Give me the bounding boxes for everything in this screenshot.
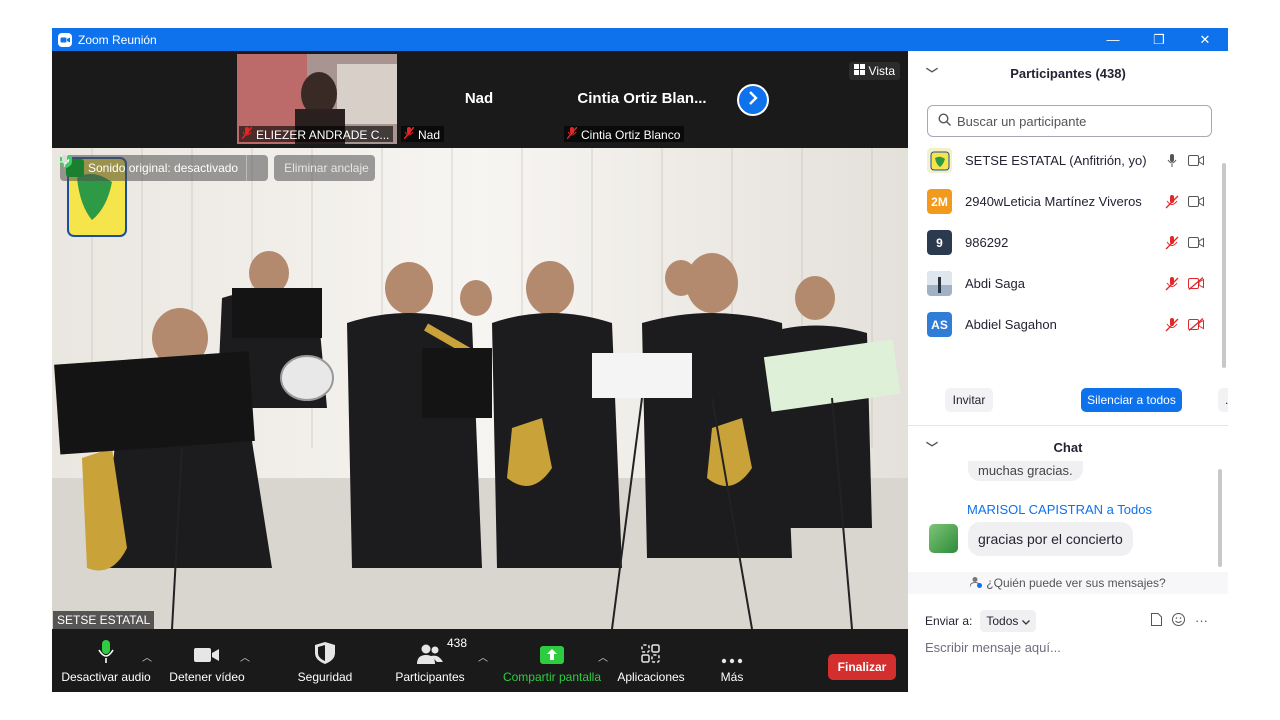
video-camera-icon[interactable]: [1188, 235, 1204, 251]
meeting-toolbar: Desactivar audio ︿ Detener vídeo ︿ Segur…: [52, 629, 908, 692]
close-button[interactable]: ✕: [1182, 28, 1228, 51]
avatar: [929, 524, 958, 553]
mute-all-button[interactable]: Silenciar a todos: [1081, 388, 1182, 412]
participant-row[interactable]: 9 986292: [908, 222, 1218, 263]
chevron-up-icon[interactable]: ︿: [240, 649, 250, 664]
thumbnail-center-name: Nad: [464, 90, 494, 107]
chevron-down-icon: [1022, 614, 1031, 628]
zoom-window: Zoom Reunión — ❐ ✕ ELIEZER ANDRADE C... …: [52, 28, 1228, 692]
file-icon[interactable]: [1151, 613, 1162, 629]
shield-icon: [315, 638, 335, 664]
video-camera-icon[interactable]: [1188, 153, 1204, 169]
participants-count: 438: [447, 635, 468, 650]
participants-button[interactable]: 438 Participantes ︿: [390, 629, 488, 692]
participants-icon: 438: [417, 636, 467, 664]
mic-muted-icon: [403, 126, 415, 142]
end-meeting-button[interactable]: Finalizar: [828, 654, 896, 680]
avatar: [927, 271, 952, 296]
video-camera-icon[interactable]: [1188, 194, 1204, 210]
thumbnail-nameplate: Nad: [401, 126, 445, 142]
mic-muted-icon[interactable]: [1164, 317, 1180, 333]
chat-sender[interactable]: MARISOL CAPISTRAN a Todos: [967, 502, 1152, 517]
main-video: Sonido original: desactivado Eliminar an…: [52, 148, 908, 629]
chat-tools: ···: [1151, 613, 1208, 629]
participants-header[interactable]: ﹀ Participantes (438): [908, 51, 1228, 95]
participant-row[interactable]: Abdi Saga: [908, 263, 1218, 304]
more-dots-icon: [721, 638, 743, 664]
video-camera-icon: [194, 638, 220, 664]
participant-search-input[interactable]: Buscar un participante: [927, 105, 1212, 137]
chat-message: gracias por el concierto: [968, 522, 1133, 556]
participants-scrollbar[interactable]: [1222, 163, 1226, 368]
chevron-down-icon[interactable]: ﹀: [926, 65, 938, 82]
minimize-button[interactable]: —: [1090, 28, 1136, 51]
mic-muted-icon: [241, 126, 253, 142]
more-dots-icon[interactable]: ···: [1195, 613, 1208, 629]
invite-button[interactable]: Invitar: [945, 388, 993, 412]
avatar: [927, 148, 952, 173]
original-sound-toggle[interactable]: Sonido original: desactivado: [60, 155, 269, 181]
avatar: AS: [927, 312, 952, 337]
chevron-down-icon[interactable]: [60, 155, 262, 181]
participant-list: SETSE ESTATAL (Anfitrión, yo) 2M 2940wLe…: [908, 140, 1228, 345]
video-off-icon[interactable]: [1188, 276, 1204, 292]
microphone-icon: [97, 638, 115, 664]
chevron-down-icon[interactable]: ﹀: [926, 439, 938, 456]
video-off-icon[interactable]: [1188, 317, 1204, 333]
chevron-up-icon[interactable]: ︿: [142, 649, 152, 664]
thumbnail-center-name: Cintia Ortiz Blan...: [577, 90, 707, 107]
mic-muted-icon[interactable]: [1164, 276, 1180, 292]
chat-message-previous: muchas gracias.: [968, 461, 1083, 481]
participant-row[interactable]: AS Abdiel Sagahon: [908, 304, 1218, 345]
microphone-icon[interactable]: [1164, 153, 1180, 169]
side-panel: ﹀ Participantes (438) Buscar un particip…: [908, 51, 1228, 692]
thumbnail-nad[interactable]: Nad Nad: [399, 54, 559, 144]
stop-video-button[interactable]: Detener vídeo ︿: [166, 629, 250, 692]
thumbnail-cintia[interactable]: Cintia Ortiz Blan... Cintia Ortiz Blanco: [562, 54, 722, 144]
more-options-button[interactable]: ...: [1218, 388, 1228, 412]
share-screen-icon: [540, 638, 564, 664]
apps-button[interactable]: Aplicaciones: [614, 629, 688, 692]
unpin-button[interactable]: Eliminar anclaje: [60, 155, 375, 181]
next-page-button[interactable]: [737, 84, 769, 116]
apps-icon: [641, 638, 661, 664]
participant-actions: Invitar Silenciar a todos ...: [908, 388, 1228, 412]
participant-row[interactable]: SETSE ESTATAL (Anfitrión, yo): [908, 140, 1218, 181]
meeting-area: ELIEZER ANDRADE C... Nad Nad Cintia Orti…: [52, 51, 908, 692]
send-to: Enviar a: Todos: [925, 610, 1037, 632]
search-icon: [938, 113, 951, 129]
mic-muted-icon[interactable]: [1164, 235, 1180, 251]
restore-button[interactable]: ❐: [1136, 28, 1182, 51]
thumbnail-strip: ELIEZER ANDRADE C... Nad Nad Cintia Orti…: [52, 51, 908, 147]
view-button[interactable]: Vista: [848, 62, 900, 80]
avatar: 9: [927, 230, 952, 255]
thumbnail-nameplate: Cintia Ortiz Blanco: [564, 126, 685, 142]
speaker-nameplate: SETSE ESTATAL: [53, 611, 155, 629]
send-to-select[interactable]: Todos: [980, 610, 1037, 632]
emoji-icon[interactable]: [1172, 613, 1185, 629]
mic-muted-icon[interactable]: [1164, 194, 1180, 210]
thumbnail-nameplate: ELIEZER ANDRADE C...: [239, 126, 394, 142]
title-bar: Zoom Reunión — ❐ ✕: [52, 28, 1228, 51]
participant-row[interactable]: 2M 2940wLeticia Martínez Viveros: [908, 181, 1218, 222]
mute-button[interactable]: Desactivar audio ︿: [61, 629, 152, 692]
share-screen-button[interactable]: Compartir pantalla ︿: [500, 629, 608, 692]
who-can-see-link[interactable]: ¿Quién puede ver sus mensajes?: [908, 572, 1228, 594]
mic-muted-icon: [566, 126, 578, 142]
chat-scrollbar[interactable]: [1218, 469, 1222, 567]
chevron-up-icon[interactable]: ︿: [478, 649, 488, 664]
grid-icon: [853, 64, 865, 78]
chevron-right-icon: [747, 90, 759, 110]
person-info-icon: [969, 576, 983, 591]
chevron-up-icon[interactable]: ︿: [598, 649, 608, 664]
zoom-logo-icon: [58, 32, 72, 47]
thumbnail-eliezer[interactable]: ELIEZER ANDRADE C...: [237, 54, 397, 144]
video-top-controls: Sonido original: desactivado Eliminar an…: [60, 155, 375, 181]
more-button[interactable]: Más: [712, 629, 752, 692]
band-video-frame: [52, 148, 908, 629]
avatar: 2M: [927, 189, 952, 214]
chat-message-input[interactable]: Escribir mensaje aquí...: [925, 640, 1061, 655]
window-title: Zoom Reunión: [78, 32, 157, 47]
security-button[interactable]: Seguridad: [290, 629, 360, 692]
